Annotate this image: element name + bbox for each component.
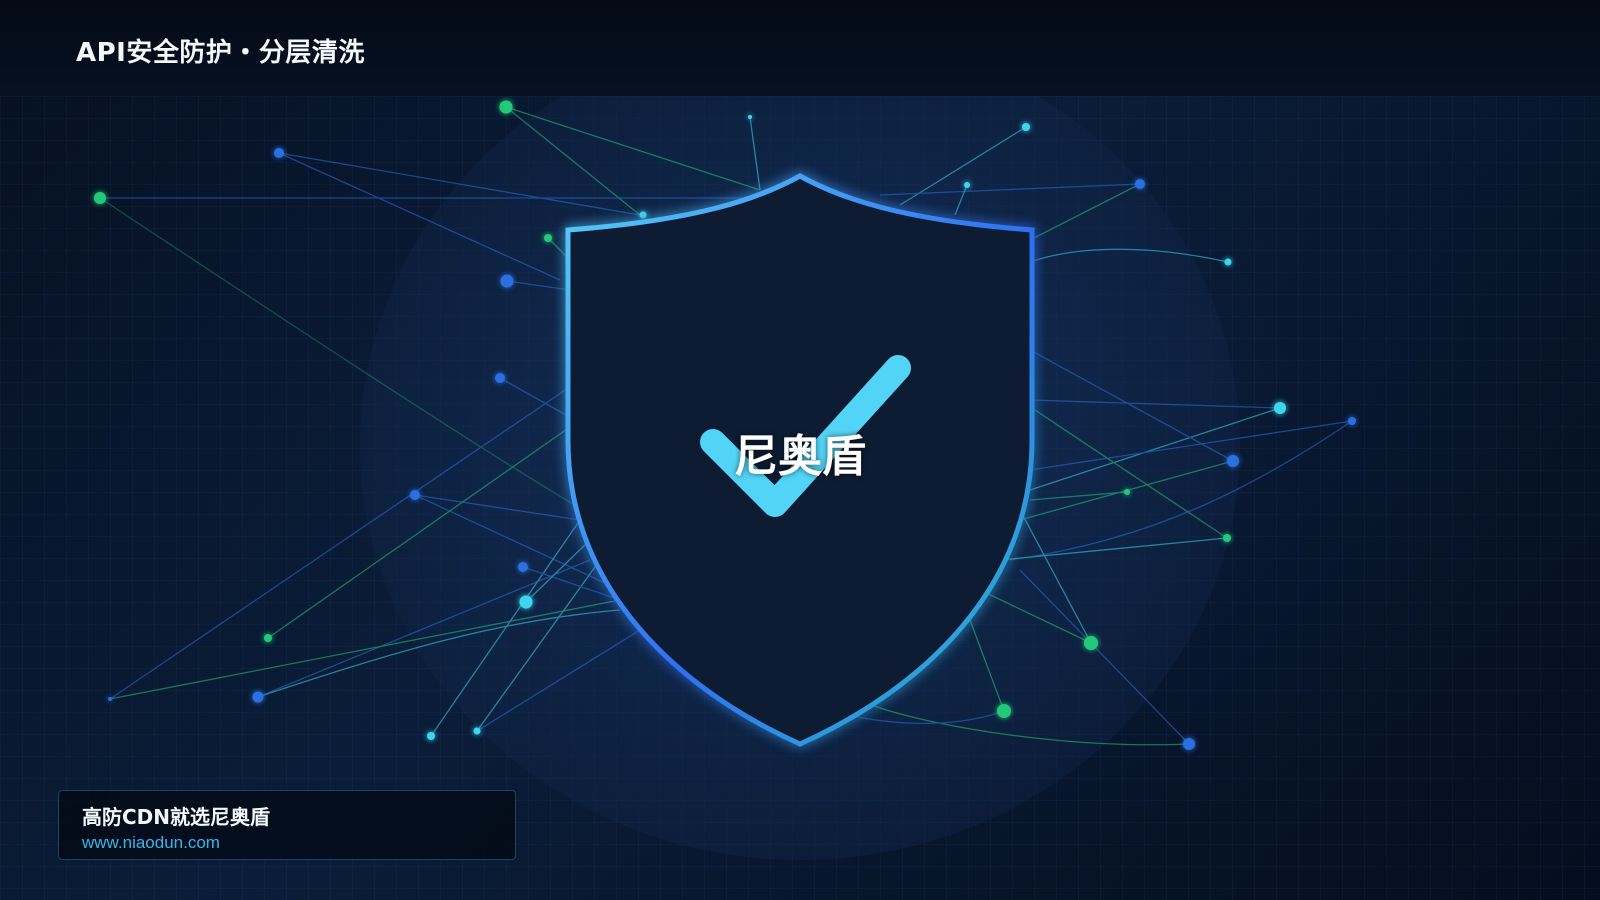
network-node xyxy=(1223,534,1231,542)
network-node xyxy=(639,211,647,219)
network-node xyxy=(1124,489,1130,495)
network-node xyxy=(544,234,552,242)
network-node xyxy=(499,100,513,114)
network-node xyxy=(94,192,106,204)
network-node xyxy=(997,704,1011,718)
network-node xyxy=(495,373,505,383)
network-node xyxy=(964,182,970,188)
network-node xyxy=(473,727,481,735)
network-node xyxy=(1224,258,1232,266)
network-node xyxy=(427,732,435,740)
network-node xyxy=(1022,123,1030,131)
shield-brand-label: 尼奥盾 xyxy=(734,431,866,482)
network-node xyxy=(1084,636,1098,650)
network-node xyxy=(1274,402,1286,414)
network-node xyxy=(748,115,752,119)
promo-card: 高防CDN就选尼奥盾 www.niaodun.com xyxy=(58,790,516,860)
network-node xyxy=(252,691,264,703)
network-node xyxy=(1227,455,1239,467)
network-node xyxy=(410,490,420,500)
promo-url-link[interactable]: www.niaodun.com xyxy=(82,833,220,853)
network-node xyxy=(1348,417,1356,425)
network-node xyxy=(519,595,533,609)
promo-title: 高防CDN就选尼奥盾 xyxy=(82,805,271,829)
network-node xyxy=(1135,179,1145,189)
network-node xyxy=(1183,738,1195,750)
network-node xyxy=(500,274,514,288)
network-node xyxy=(108,697,112,701)
network-node xyxy=(518,562,528,572)
network-node xyxy=(264,634,272,642)
network-node xyxy=(274,148,284,158)
